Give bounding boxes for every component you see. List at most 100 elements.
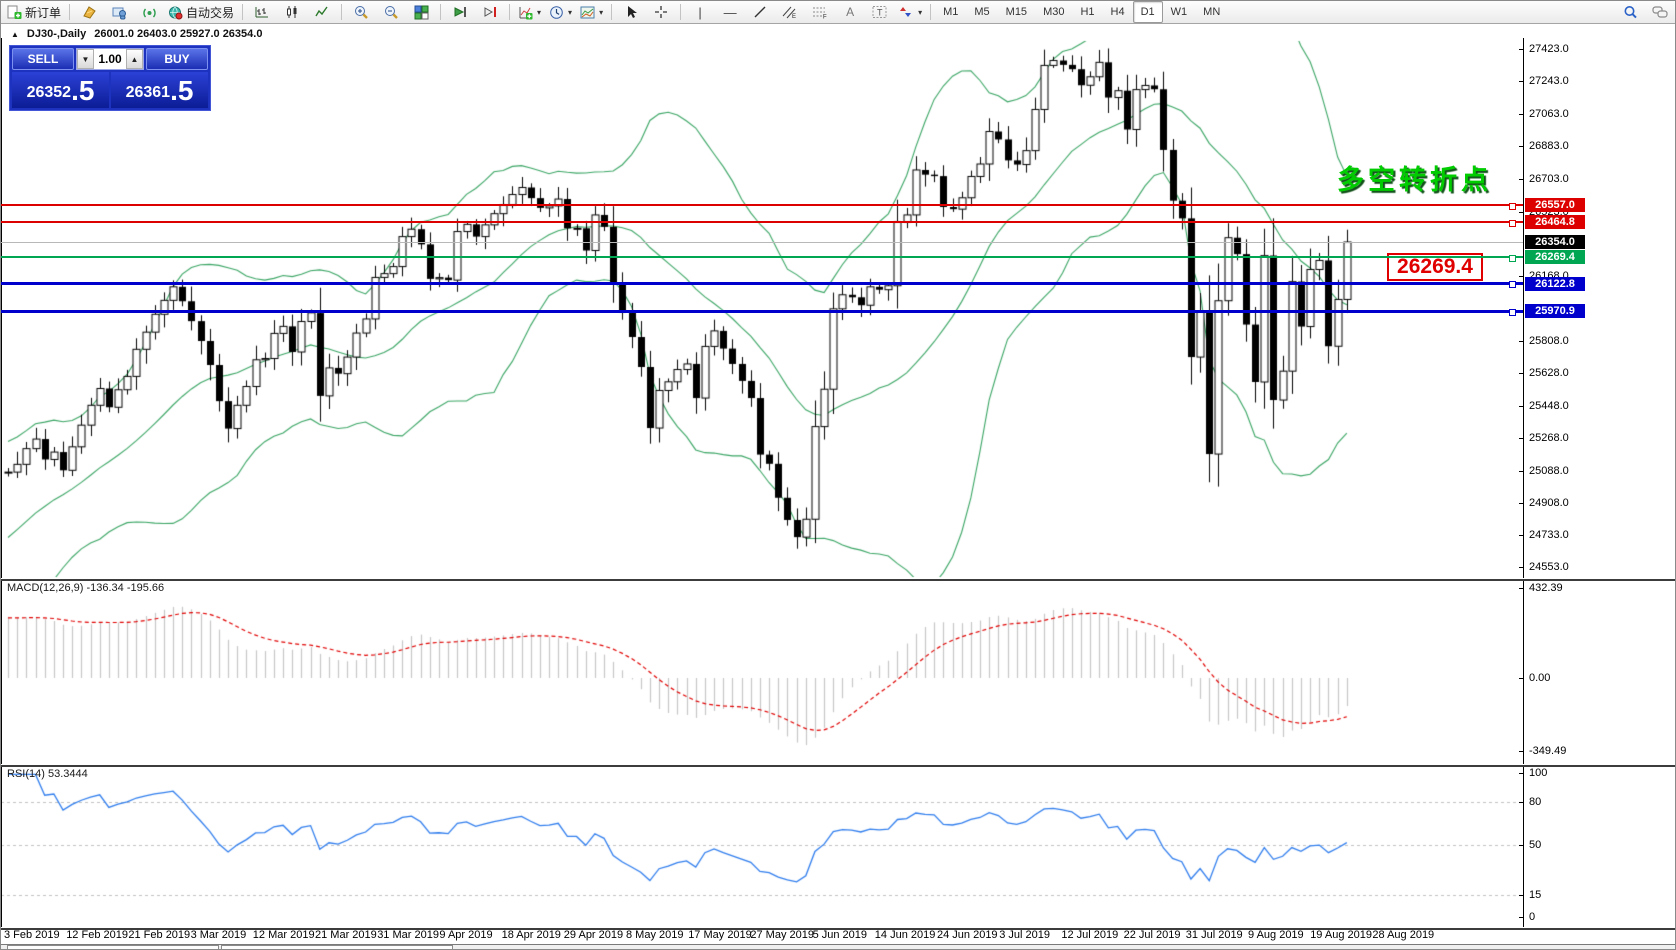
- sell-price-dec: .5: [71, 76, 94, 106]
- template-icon: [580, 5, 595, 20]
- tile-windows-button[interactable]: [406, 1, 436, 23]
- indicators-button[interactable]: ▾: [514, 1, 545, 23]
- trendline-button[interactable]: [745, 1, 775, 23]
- price-tick-label: 25628.0: [1529, 367, 1569, 379]
- metaeditor-button[interactable]: [74, 1, 104, 23]
- line-chart-icon: [315, 5, 329, 19]
- bars-chart-icon: [255, 5, 269, 19]
- collapse-arrow-icon[interactable]: ▲: [11, 30, 19, 39]
- macd-tick-label: -349.49: [1529, 745, 1566, 757]
- chart-shift-button[interactable]: [475, 1, 505, 23]
- date-label: 3 Feb 2019: [4, 929, 60, 941]
- buy-price[interactable]: 26361.5: [111, 72, 208, 108]
- vertical-line-button[interactable]: |: [685, 1, 715, 23]
- level-handle[interactable]: [1509, 309, 1516, 316]
- date-label: 12 Jul 2019: [1061, 929, 1118, 941]
- signals-button[interactable]: [134, 1, 164, 23]
- chart-tab[interactable]: [7, 945, 219, 950]
- date-axis[interactable]: 3 Feb 201912 Feb 201921 Feb 20193 Mar 20…: [1, 929, 1676, 943]
- level-handle[interactable]: [1509, 255, 1516, 262]
- separator: [242, 4, 243, 20]
- axis-tick: [1519, 81, 1523, 82]
- gold-book-icon: [82, 5, 97, 20]
- volume-increase-button[interactable]: ▲: [126, 49, 143, 69]
- horizontal-level-line[interactable]: [1, 256, 1523, 258]
- horizontal-level-line[interactable]: [1, 204, 1523, 206]
- axis-tick: [1519, 535, 1523, 536]
- autotrading-button[interactable]: 自动交易: [164, 1, 238, 23]
- timeframe-button-h1[interactable]: H1: [1072, 1, 1102, 23]
- sell-button[interactable]: SELL: [12, 48, 74, 70]
- text-button[interactable]: A: [835, 1, 865, 23]
- toolbar: 新订单 自动交易: [1, 1, 1676, 24]
- timeframe-button-w1[interactable]: W1: [1163, 1, 1196, 23]
- timeframe-button-d1[interactable]: D1: [1133, 1, 1163, 23]
- chart-candles-button[interactable]: [277, 1, 307, 23]
- axis-tick: [1519, 751, 1523, 752]
- zoom-in-button[interactable]: [346, 1, 376, 23]
- date-label: 22 Jul 2019: [1124, 929, 1181, 941]
- cursor-button[interactable]: [616, 1, 646, 23]
- templates-button[interactable]: ▾: [576, 1, 607, 23]
- vertical-line-icon: |: [698, 5, 701, 20]
- price-tick-label: 26883.0: [1529, 140, 1569, 152]
- arrows-button[interactable]: ▾: [895, 1, 926, 23]
- rsi-tick-label: 15: [1529, 889, 1541, 901]
- date-label: 12 Mar 2019: [253, 929, 315, 941]
- timeframe-button-m15[interactable]: M15: [998, 1, 1035, 23]
- sell-price[interactable]: 26352.5: [12, 72, 109, 108]
- chart-bars-button[interactable]: [247, 1, 277, 23]
- level-handle[interactable]: [1509, 203, 1516, 210]
- text-label-button[interactable]: T: [865, 1, 895, 23]
- rsi-panel-divider[interactable]: [1, 764, 1676, 767]
- price-tick-label: 27423.0: [1529, 43, 1569, 55]
- horizontal-level-line[interactable]: [1, 310, 1523, 313]
- horizontal-line-button[interactable]: —: [715, 1, 745, 23]
- level-handle[interactable]: [1509, 281, 1516, 288]
- fibonacci-icon: F: [812, 5, 828, 19]
- separator: [680, 4, 681, 20]
- bottom-tab-strip: [1, 944, 1676, 950]
- chart-canvas[interactable]: [1, 24, 1523, 950]
- equidistant-channel-button[interactable]: E: [775, 1, 805, 23]
- level-handle[interactable]: [1509, 220, 1516, 227]
- auto-scroll-icon: [453, 5, 468, 19]
- turning-point-annotation[interactable]: 多空转折点: [1337, 158, 1492, 197]
- macd-label: MACD(12,26,9) -136.34 -195.66: [7, 582, 164, 594]
- timeframe-button-h4[interactable]: H4: [1103, 1, 1133, 23]
- date-label: 28 Aug 2019: [1372, 929, 1434, 941]
- separator: [930, 4, 931, 20]
- dropdown-caret-icon: ▾: [568, 8, 572, 17]
- timeframe-button-m30[interactable]: M30: [1035, 1, 1072, 23]
- macd-panel-divider[interactable]: [1, 578, 1676, 581]
- volume-value[interactable]: 1.00: [94, 49, 126, 69]
- timeframe-button-m5[interactable]: M5: [966, 1, 997, 23]
- zoom-out-button[interactable]: [376, 1, 406, 23]
- crosshair-button[interactable]: [646, 1, 676, 23]
- search-button[interactable]: [1615, 1, 1645, 23]
- separator: [611, 4, 612, 20]
- profile-icon: [112, 5, 127, 20]
- zoom-out-icon: [384, 5, 399, 20]
- channel-icon: E: [782, 5, 798, 19]
- chat-button[interactable]: [1645, 1, 1675, 23]
- horizontal-level-line[interactable]: [1, 282, 1523, 285]
- axis-tick: [1519, 471, 1523, 472]
- chart-tab[interactable]: [221, 945, 453, 950]
- periods-button[interactable]: ▾: [545, 1, 576, 23]
- fibonacci-button[interactable]: F: [805, 1, 835, 23]
- date-label: 21 Mar 2019: [315, 929, 377, 941]
- timeframe-button-m1[interactable]: M1: [935, 1, 966, 23]
- buy-button[interactable]: BUY: [146, 48, 208, 70]
- svg-text:F: F: [823, 15, 827, 20]
- chart-line-button[interactable]: [307, 1, 337, 23]
- level-price-label: 26557.0: [1525, 198, 1585, 212]
- auto-scroll-button[interactable]: [445, 1, 475, 23]
- crosshair-icon: [654, 5, 668, 19]
- new-order-button[interactable]: 新订单: [3, 1, 65, 23]
- volume-decrease-button[interactable]: ▼: [77, 49, 94, 69]
- profile-button[interactable]: [104, 1, 134, 23]
- horizontal-level-line[interactable]: [1, 221, 1523, 223]
- timeframe-button-mn[interactable]: MN: [1195, 1, 1228, 23]
- axis-tick: [1519, 773, 1523, 774]
